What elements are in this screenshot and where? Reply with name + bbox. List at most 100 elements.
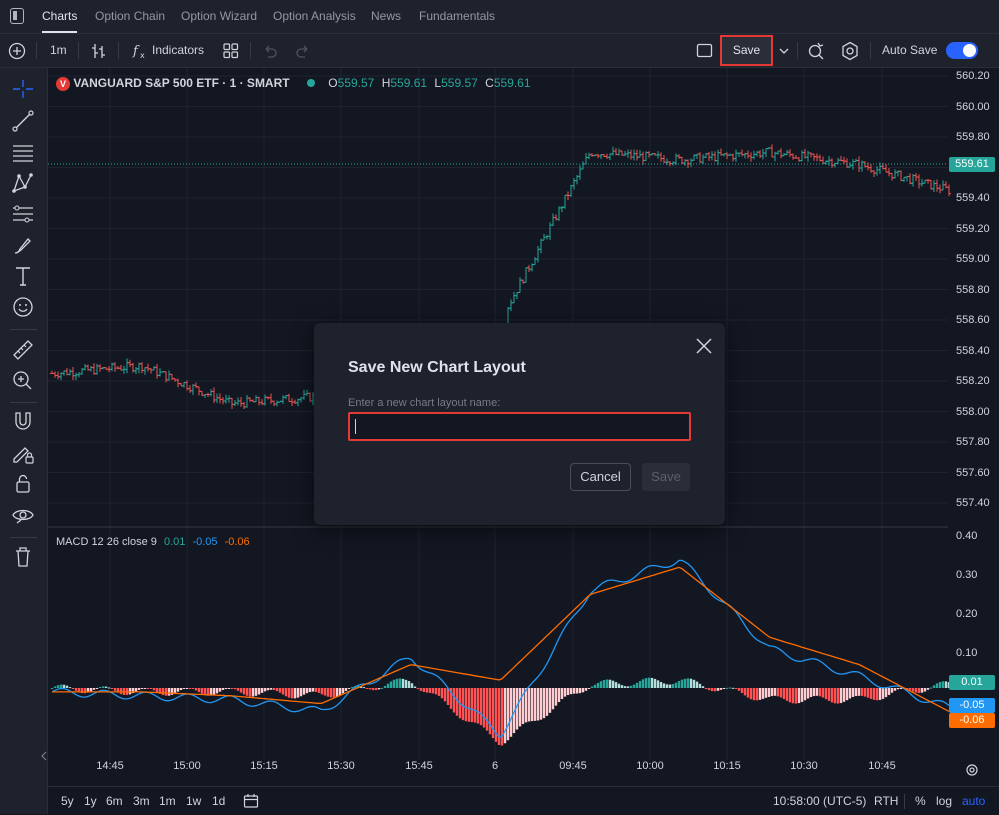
trash-icon[interactable] (9, 544, 37, 570)
signal-last-label: -0.06 (949, 713, 995, 728)
macd-hist-bar (677, 681, 681, 688)
emoji-icon[interactable] (9, 294, 37, 320)
macd-hist-bar (296, 688, 300, 698)
macd-hist-bar (830, 688, 834, 703)
pattern-icon[interactable] (9, 170, 37, 196)
magnet-icon[interactable] (9, 409, 37, 435)
time-tick: 15:00 (173, 760, 201, 772)
macd-hist-bar (824, 688, 828, 700)
percent-scale-button[interactable]: % (915, 787, 926, 815)
layout-name-label: Enter a new chart layout name: (348, 397, 501, 409)
macd-hist-bar (632, 684, 636, 688)
macd-hist-bar (800, 688, 804, 702)
price-tick: 558.20 (956, 375, 990, 387)
tab-charts[interactable]: Charts (42, 0, 78, 33)
price-tick: 559.80 (956, 131, 990, 143)
macd-hist-bar (590, 686, 594, 688)
fullscreen-icon[interactable] (696, 42, 713, 59)
settings-icon[interactable] (840, 41, 860, 61)
macd-hist-bar (536, 688, 540, 721)
macd-hist-bar (815, 688, 819, 696)
macd-hist-bar (143, 688, 147, 689)
session-button[interactable]: RTH (874, 787, 898, 815)
eye-icon[interactable] (9, 502, 37, 528)
sidebar-toggle-icon[interactable] (10, 8, 24, 24)
macd-hist-bar (215, 688, 219, 694)
text-tool-icon[interactable] (9, 263, 37, 289)
range-5y[interactable]: 5y (61, 787, 74, 815)
macd-hist-bar (89, 688, 93, 692)
macd-hist-bar (539, 688, 543, 720)
macd-hist-bar (287, 688, 291, 698)
market-status-icon (306, 79, 315, 88)
layout-name-input[interactable] (348, 412, 691, 441)
indicators-icon[interactable]: fx (131, 42, 149, 60)
symbol-title[interactable]: VANGUARD S&P 500 ETF · 1 · SMART (73, 76, 289, 90)
tab-news[interactable]: News (371, 0, 401, 33)
quick-search-icon[interactable] (807, 41, 827, 61)
brush-icon[interactable] (9, 232, 37, 258)
macd-hist-bar (944, 681, 948, 688)
ruler-icon[interactable] (9, 336, 37, 362)
time-axis[interactable]: 14:45 15:00 15:15 15:30 15:45 6 09:45 10:00 10:1… (48, 760, 948, 780)
horizontal-lines-icon[interactable] (9, 139, 37, 165)
save-button[interactable]: Save (720, 35, 773, 66)
layouts-icon[interactable] (222, 42, 240, 60)
redo-icon[interactable] (295, 43, 311, 59)
macd-hist-bar (245, 688, 249, 696)
macd-hist-bar (782, 688, 786, 700)
zoom-in-icon[interactable] (9, 367, 37, 393)
macd-hist-bar (878, 688, 882, 700)
range-1y[interactable]: 1y (84, 787, 97, 815)
auto-scale-button[interactable]: auto (962, 787, 985, 815)
cancel-button[interactable]: Cancel (570, 463, 631, 491)
add-symbol-icon[interactable] (8, 42, 26, 60)
chevron-down-icon[interactable] (779, 46, 789, 56)
crosshair-icon[interactable] (9, 76, 37, 102)
price-tick: 557.40 (956, 497, 990, 509)
range-6m[interactable]: 6m (106, 787, 123, 815)
macd-hist-bar (611, 680, 615, 688)
tab-option-chain[interactable]: Option Chain (95, 0, 165, 33)
interval-button[interactable]: 1m (50, 34, 67, 67)
macd-hist-bar (662, 683, 666, 688)
macd-hist-bar (329, 688, 333, 698)
macd-hist-bar (263, 688, 267, 692)
clock-display[interactable]: 10:58:00 (UTC-5) (773, 787, 866, 815)
macd-legend[interactable]: MACD 12 26 close 9 0.01 -0.05 -0.06 (56, 536, 250, 548)
log-scale-button[interactable]: log (936, 787, 952, 815)
macd-hist-bar (575, 688, 579, 694)
fib-retracement-icon[interactable] (9, 201, 37, 227)
macd-hist-bar (530, 688, 534, 722)
dialog-save-button[interactable]: Save (642, 463, 690, 491)
close-icon[interactable] (694, 336, 714, 356)
range-1d[interactable]: 1d (212, 787, 225, 815)
range-1w[interactable]: 1w (186, 787, 201, 815)
bar-type-icon[interactable] (90, 42, 108, 60)
macd-hist-bar (92, 688, 96, 690)
tab-fundamentals[interactable]: Fundamentals (419, 0, 495, 33)
macd-hist-bar (752, 688, 756, 701)
range-3m[interactable]: 3m (133, 787, 150, 815)
range-1m[interactable]: 1m (159, 787, 176, 815)
macd-hist-bar (641, 679, 645, 688)
lock-drawing-icon[interactable] (9, 440, 37, 466)
axis-settings-icon[interactable] (965, 763, 979, 777)
lock-icon[interactable] (9, 471, 37, 497)
macd-hist-bar (233, 688, 237, 690)
indicators-button[interactable]: Indicators (152, 34, 204, 67)
tab-option-analysis[interactable]: Option Analysis (273, 0, 356, 33)
macd-hist-bar (155, 688, 159, 693)
calendar-range-icon[interactable] (243, 793, 259, 809)
autosave-toggle[interactable] (946, 42, 978, 59)
macd-hist-bar (413, 686, 417, 688)
macd-hist-value: 0.01 (163, 536, 186, 548)
macd-hist-bar (53, 686, 57, 688)
macd-hist-bar (773, 688, 777, 696)
undo-icon[interactable] (262, 43, 278, 59)
trend-line-icon[interactable] (9, 108, 37, 134)
collapse-arrow-icon[interactable] (40, 751, 48, 761)
macd-hist-bar (899, 688, 903, 689)
tab-option-wizard[interactable]: Option Wizard (181, 0, 257, 33)
price-axis[interactable]: 560.20560.00559.80559.60559.40559.20559.… (948, 68, 999, 790)
